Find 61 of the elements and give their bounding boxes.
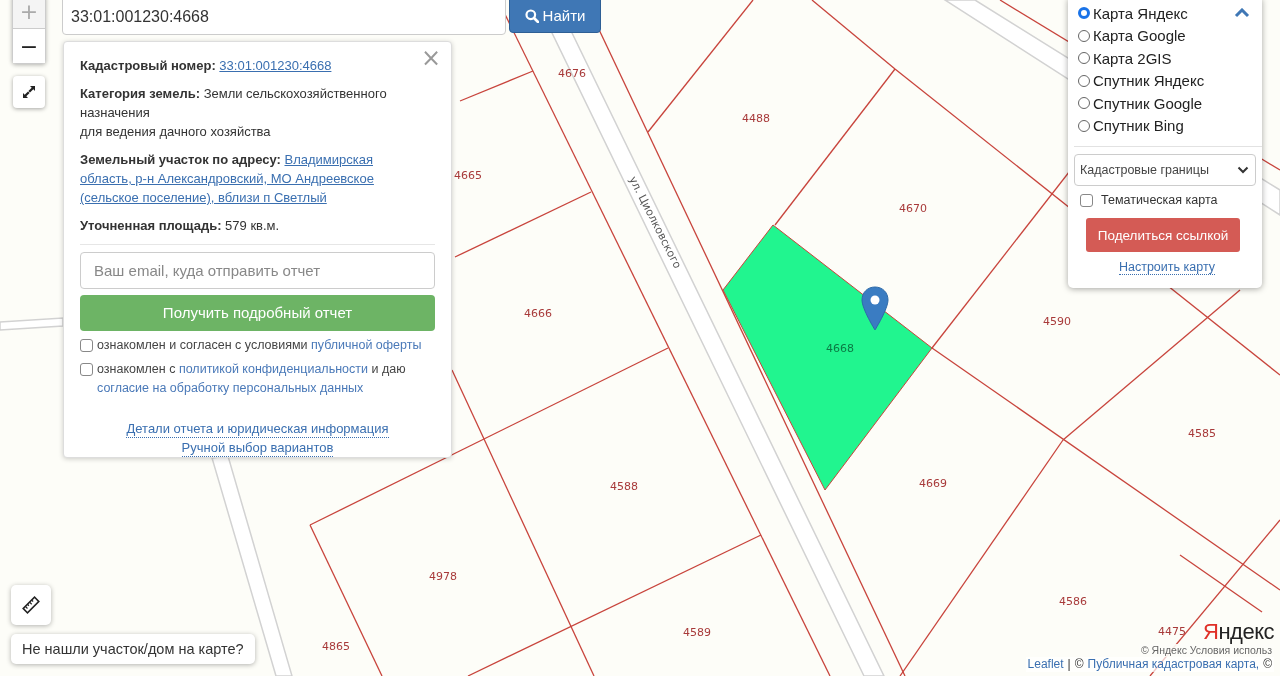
find-button[interactable]: Найти	[509, 0, 601, 33]
provider-attribution: © Яндекс Условия использ	[1138, 644, 1274, 657]
attribution-text: ©	[1074, 657, 1084, 672]
consent-link[interactable]: согласие на обработку персональных данных	[97, 381, 364, 395]
configure-map-link[interactable]: Настроить карту	[1118, 260, 1215, 275]
attribution-text: ©	[1263, 657, 1272, 672]
checkbox[interactable]	[80, 363, 93, 376]
consent-link[interactable]: публичной оферты	[311, 338, 422, 352]
search-field[interactable]: 33:01:001230:4668	[62, 0, 506, 35]
measure-button[interactable]	[11, 585, 51, 625]
checkbox-label: Тематическая карта	[1101, 193, 1218, 207]
share-link-button[interactable]: Поделиться ссылкой	[1086, 218, 1240, 252]
parcel-number: 4586	[1059, 595, 1087, 608]
parcel-number: 4676	[558, 67, 586, 80]
map-layer-option[interactable]: Спутник Bing	[1078, 114, 1184, 137]
popup-link[interactable]: Детали отчета и юридическая информация	[126, 420, 389, 438]
map-layer-option[interactable]: Карта Google	[1078, 24, 1186, 47]
parcel-number: 4488	[742, 112, 770, 125]
parcel-number: 4589	[683, 626, 711, 639]
attribution-link[interactable]: Leaflet	[1027, 657, 1064, 672]
parcel-number: 4590	[1043, 315, 1071, 328]
popup-link[interactable]: Ручной выбор вариантов	[181, 439, 334, 457]
email-field[interactable]: Ваш email, куда отправить отчет	[80, 252, 435, 289]
attribution-link[interactable]: Публичная кадастровая карта,	[1087, 657, 1260, 672]
map-layer-option[interactable]: Спутник Яндекс	[1078, 69, 1205, 92]
consent-text: ознакомлен и согласен с условиями публичной оферты	[97, 337, 422, 354]
parcel-number: 4475	[1158, 625, 1186, 638]
map-marker-icon[interactable]	[861, 286, 889, 331]
parcel-number: 4585	[1188, 427, 1216, 440]
parcel-number: 4666	[524, 307, 552, 320]
parcel-number: 4665	[454, 169, 482, 182]
consent-text: ознакомлен с политикой конфиденциальности и даю согласие на обработку персональных данных	[97, 361, 407, 397]
parcel-number: 4669	[919, 477, 947, 490]
map-layer-option[interactable]: Спутник Google	[1078, 92, 1203, 115]
info-text: Уточненная площадь: 579 кв.м.	[80, 217, 281, 235]
checkbox[interactable]	[80, 339, 93, 352]
parcel-number: 4978	[429, 570, 457, 583]
overlay-select[interactable]: Кадастровые границы	[1074, 154, 1256, 186]
close-button[interactable]: ×	[416, 44, 445, 72]
map-provider-logo: Яндекс	[1203, 620, 1274, 644]
attribution-text: |	[1067, 657, 1071, 672]
caret-icon	[1237, 166, 1249, 174]
parcel-number: 4670	[899, 202, 927, 215]
address-text: Земельный участок по адресу: Владимирская область, р-н Александровский, МО Андреевское (сельское поселение), вблизи п Светлый	[80, 151, 375, 207]
expand-icon	[21, 84, 37, 100]
not-found-button[interactable]: Не нашли участок/дом на карте?	[11, 634, 255, 664]
map-layer-option[interactable]: Карта 2GIS	[1078, 47, 1172, 70]
fullscreen-button[interactable]	[13, 76, 45, 108]
map-layer-option[interactable]: Карта Яндекс	[1078, 2, 1188, 25]
search-icon	[524, 8, 539, 23]
parcel-number: 4668	[826, 342, 854, 355]
consent-link[interactable]: политикой конфиденциальности	[178, 362, 368, 376]
parcel-number: 4865	[322, 640, 350, 653]
ruler-icon	[22, 596, 40, 614]
info-text: Категория земель: Земли сельскохозяйственного назначения для ведения дачного хозяйства	[80, 85, 388, 141]
zoom-out-button[interactable]: −	[13, 29, 45, 63]
parcel-number: 4588	[610, 480, 638, 493]
checkbox[interactable]	[1080, 193, 1093, 207]
value-link[interactable]: 33:01:001230:4668	[219, 58, 332, 73]
field-label: Кадастровый номер:	[80, 58, 216, 73]
chevron-up-icon	[1234, 8, 1250, 18]
